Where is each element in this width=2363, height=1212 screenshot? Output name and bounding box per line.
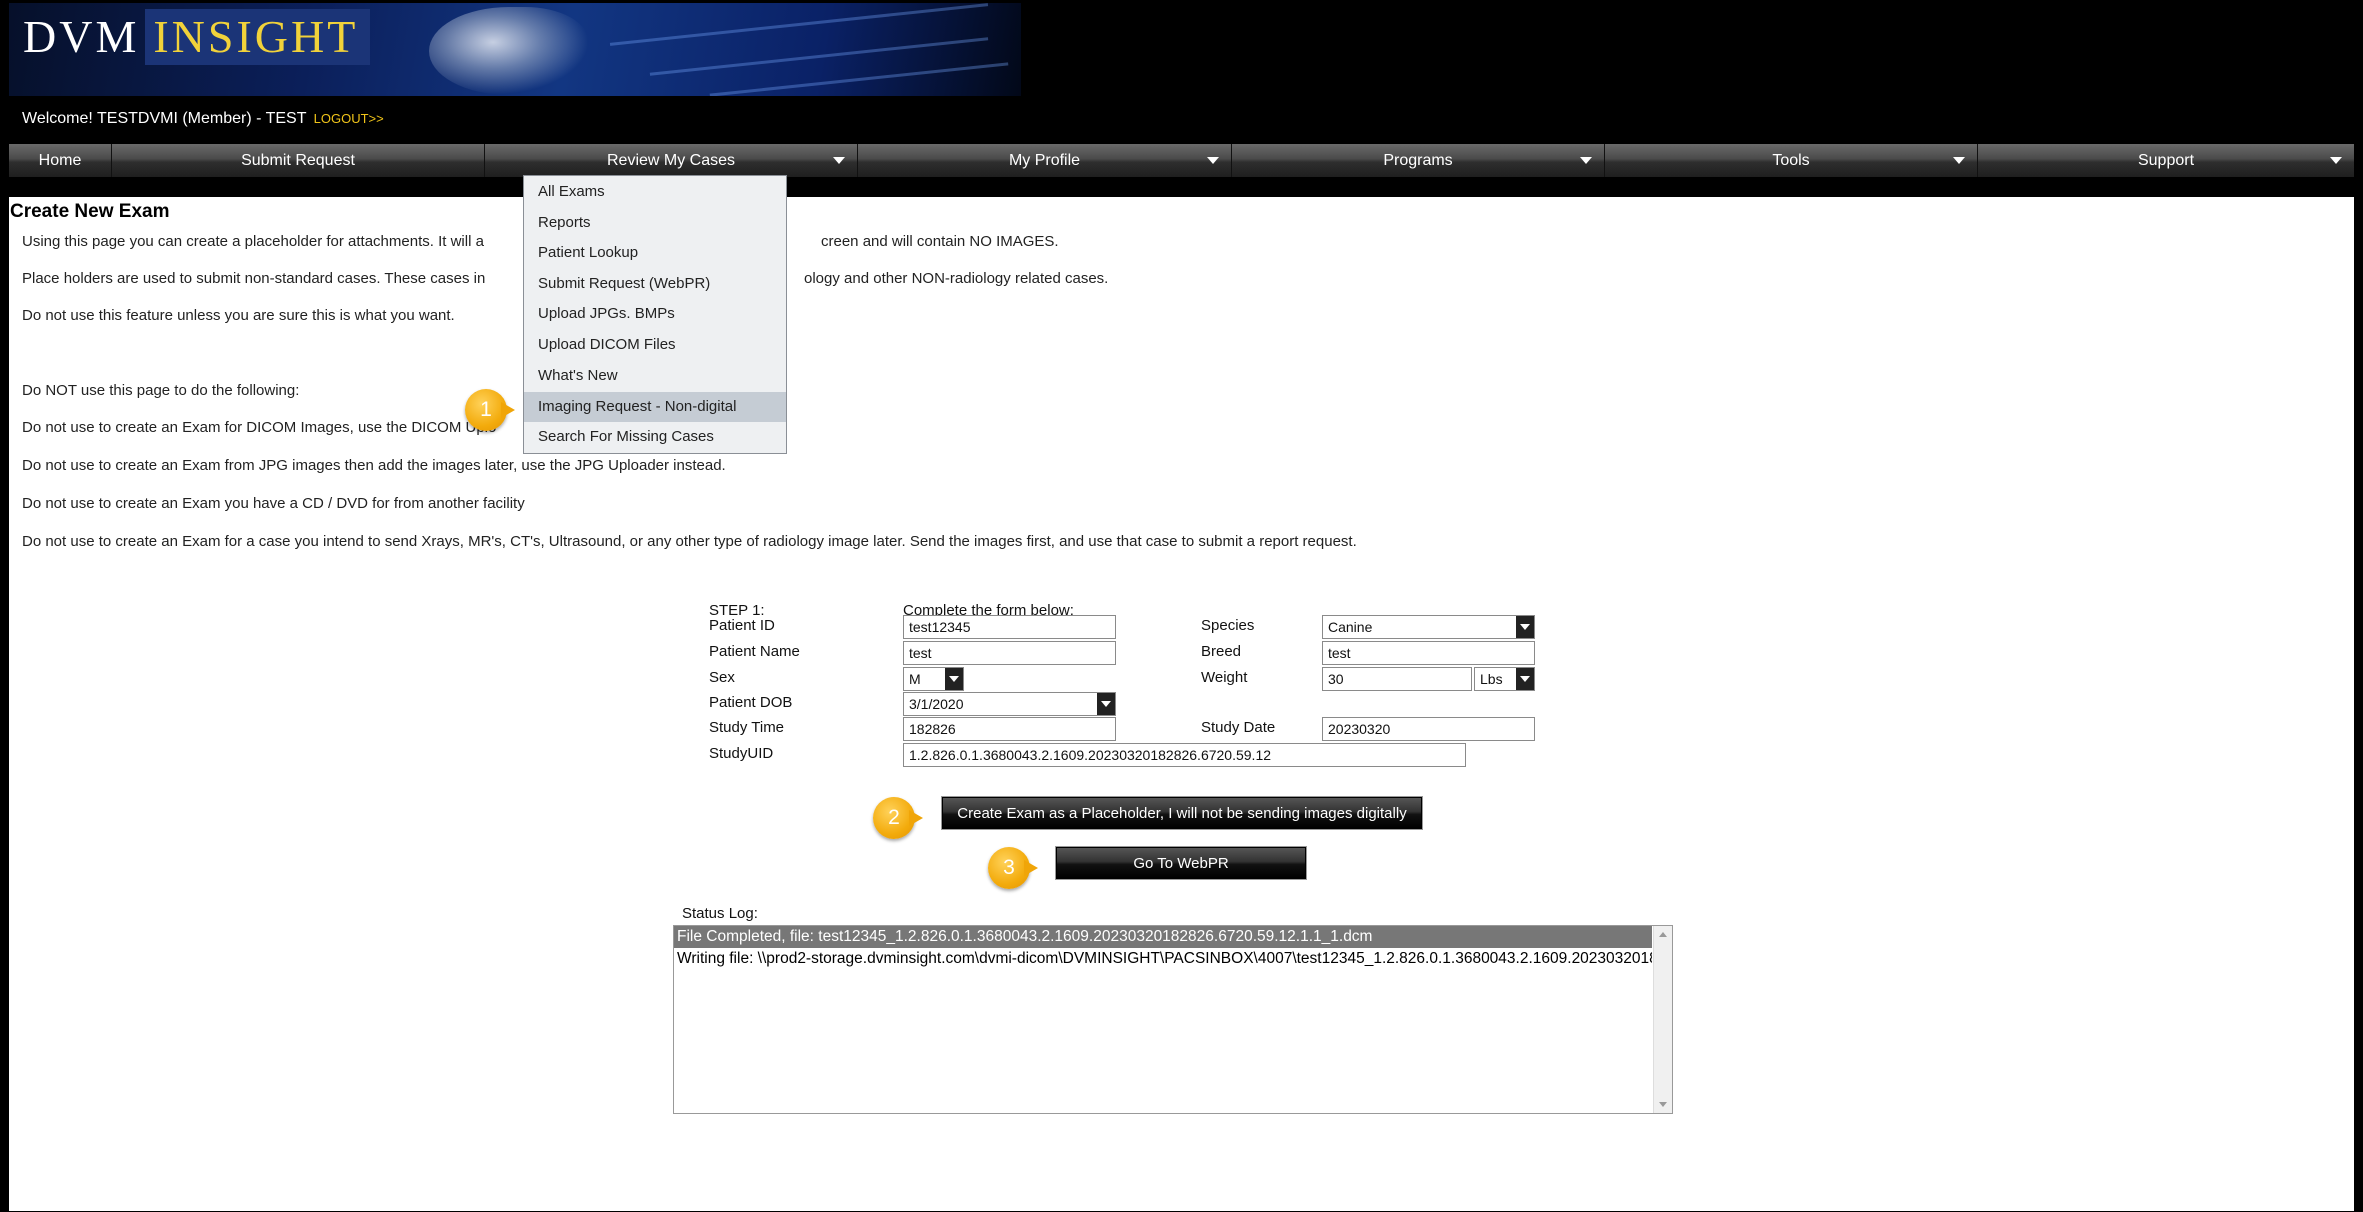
sex-label: Sex (709, 669, 735, 686)
chevron-down-icon (2330, 157, 2342, 164)
sex-value: M (909, 671, 921, 687)
weight-unit-value: Lbs (1480, 671, 1503, 687)
callout-number: 2 (888, 806, 900, 829)
nav-label: Support (2137, 151, 2195, 169)
intro-paragraph: Using this page you can create a placeho… (22, 233, 485, 250)
nav-label: Home (38, 151, 82, 169)
chevron-down-icon (1207, 157, 1219, 164)
create-placeholder-button[interactable]: Create Exam as a Placeholder, I will not… (942, 797, 1422, 829)
scroll-up-icon[interactable] (1659, 932, 1667, 937)
logo-insight: INSIGHT (145, 9, 371, 65)
study-time-label: Study Time (709, 719, 785, 736)
do-not-item: Do not use to create an Exam for a case … (22, 533, 1357, 550)
menu-item-patient-lookup[interactable]: Patient Lookup (524, 238, 786, 268)
placeholder-paragraph: Place holders are used to submit non-sta… (22, 270, 486, 287)
logout-link[interactable]: LOGOUT>> (314, 111, 384, 126)
menu-item-upload-dicom[interactable]: Upload DICOM Files (524, 330, 786, 360)
log-line[interactable]: Writing file: \\prod2-storage.dvminsight… (674, 948, 1652, 970)
chevron-down-icon (1516, 616, 1534, 638)
chevron-down-icon (1097, 693, 1115, 715)
nav-programs[interactable]: Programs (1232, 144, 1605, 177)
go-to-webpr-button[interactable]: Go To WebPR (1056, 847, 1306, 879)
log-scrollbar[interactable] (1653, 926, 1672, 1113)
do-not-item: Do not use to create an Exam you have a … (22, 495, 525, 512)
study-date-label: Study Date (1201, 719, 1276, 736)
species-value: Canine (1328, 619, 1373, 635)
sex-select[interactable]: M (903, 667, 964, 691)
menu-item-reports[interactable]: Reports (524, 208, 786, 238)
chevron-down-icon (1580, 157, 1592, 164)
weight-label: Weight (1201, 669, 1248, 686)
callout-number: 3 (1003, 856, 1015, 879)
nav-label: My Profile (1008, 151, 1081, 169)
do-not-item: Do not use to create an Exam for DICOM I… (22, 419, 497, 436)
status-log-label: Status Log: (682, 905, 758, 922)
nav-label: Submit Request (241, 151, 355, 169)
menu-item-submit-request-webpr[interactable]: Submit Request (WebPR) (524, 269, 786, 299)
callout-badge-1: 1 (465, 389, 515, 431)
intro-text-tail: creen and will contain NO IMAGES. (821, 233, 1059, 250)
patient-id-label: Patient ID (709, 617, 775, 634)
patient-dob-value: 3/1/2020 (909, 696, 964, 712)
breed-label: Breed (1201, 643, 1242, 660)
banner-decoration (709, 62, 1009, 96)
nav-support[interactable]: Support (1978, 144, 2354, 177)
patient-id-input[interactable]: test12345 (903, 615, 1116, 639)
placeholder-text-tail: ology and other NON-radiology related ca… (804, 270, 1109, 287)
study-uid-input[interactable]: 1.2.826.0.1.3680043.2.1609.2023032018282… (903, 743, 1466, 767)
chevron-down-icon (945, 668, 963, 690)
weight-input[interactable]: 30 (1322, 667, 1472, 691)
patient-name-input[interactable]: test (903, 641, 1116, 665)
site-logo[interactable]: DVM INSIGHT (13, 9, 371, 65)
chevron-down-icon (1516, 668, 1534, 690)
nav-label: Programs (1383, 151, 1453, 169)
menu-item-upload-jpgs[interactable]: Upload JPGs. BMPs (524, 299, 786, 329)
page-title: Create New Exam (10, 201, 170, 222)
weight-unit-select[interactable]: Lbs (1474, 667, 1535, 691)
xray-image (429, 7, 589, 95)
chevron-down-icon (1953, 157, 1965, 164)
logo-dvm: DVM (23, 11, 140, 62)
menu-item-all-exams[interactable]: All Exams (524, 177, 786, 207)
welcome-text: Welcome! TESTDVMI (Member) - TEST (22, 110, 307, 127)
intro-text: Using this page you can create a placeho… (22, 233, 484, 250)
nav-review-my-cases[interactable]: Review My Cases (485, 144, 858, 177)
menu-item-whats-new[interactable]: What's New (524, 361, 786, 391)
scroll-down-icon[interactable] (1659, 1102, 1667, 1107)
banner-decoration (609, 3, 989, 46)
nav-home[interactable]: Home (9, 144, 112, 177)
species-label: Species (1201, 617, 1255, 634)
review-cases-dropdown: All Exams Reports Patient Lookup Submit … (523, 175, 787, 454)
nav-my-profile[interactable]: My Profile (858, 144, 1232, 177)
do-not-heading: Do NOT use this page to do the following… (22, 382, 300, 399)
do-not-item: Do not use to create an Exam from JPG im… (22, 457, 726, 474)
nav-label: Tools (1772, 151, 1810, 169)
warning-paragraph: Do not use this feature unless you are s… (22, 307, 455, 324)
menu-item-search-missing-cases[interactable]: Search For Missing Cases (524, 422, 786, 452)
welcome-bar: Welcome! TESTDVMI (Member) - TEST LOGOUT… (22, 110, 384, 128)
header-banner: DVM INSIGHT (9, 3, 1021, 96)
patient-dob-label: Patient DOB (709, 694, 793, 711)
log-line[interactable]: File Completed, file: test12345_1.2.826.… (674, 926, 1652, 948)
patient-name-label: Patient Name (709, 643, 800, 660)
status-log[interactable]: File Completed, file: test12345_1.2.826.… (673, 925, 1673, 1114)
patient-dob-select[interactable]: 3/1/2020 (903, 692, 1116, 716)
nav-submit-request[interactable]: Submit Request (112, 144, 485, 177)
study-date-input[interactable]: 20230320 (1322, 717, 1535, 741)
breed-input[interactable]: test (1322, 641, 1535, 665)
species-select[interactable]: Canine (1322, 615, 1535, 639)
menu-item-imaging-request[interactable]: Imaging Request - Non-digital (524, 392, 786, 422)
callout-number: 1 (480, 398, 492, 421)
callout-badge-3: 3 (988, 847, 1038, 889)
nav-tools[interactable]: Tools (1605, 144, 1978, 177)
study-time-input[interactable]: 182826 (903, 717, 1116, 741)
main-nav: Home Submit Request Review My Cases My P… (9, 144, 2354, 177)
chevron-down-icon (833, 157, 845, 164)
study-uid-label: StudyUID (709, 745, 774, 762)
nav-label: Review My Cases (606, 151, 736, 169)
callout-badge-2: 2 (873, 797, 923, 839)
